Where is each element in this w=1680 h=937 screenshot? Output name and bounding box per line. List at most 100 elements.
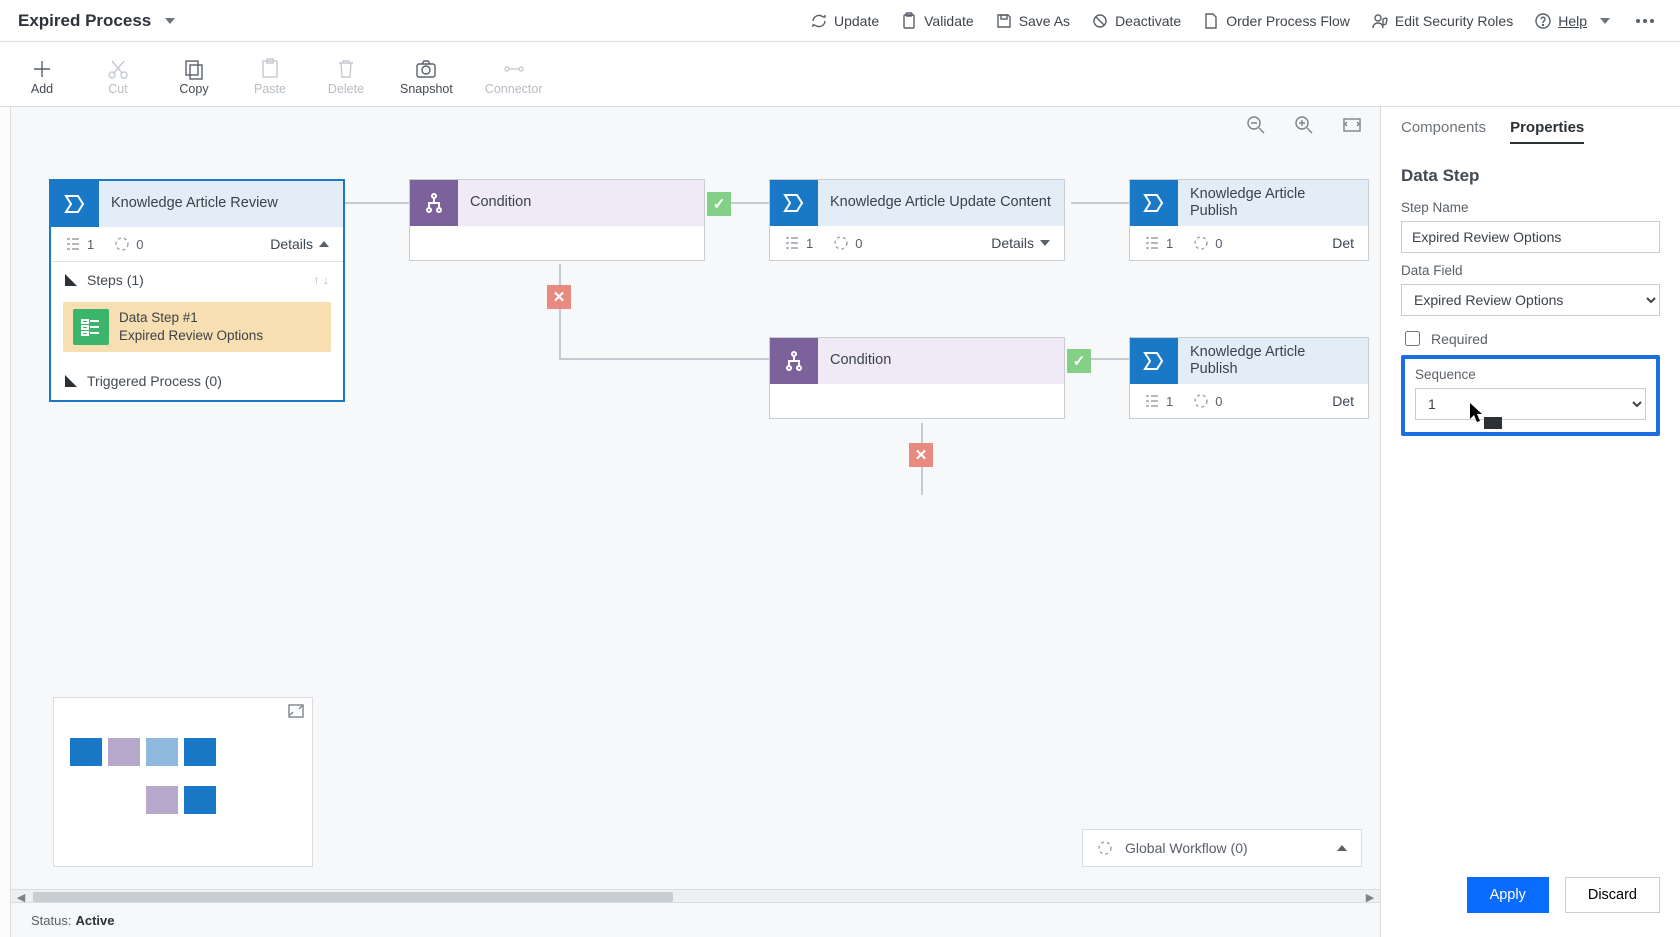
help-label: Help	[1558, 13, 1587, 29]
stage-title: Knowledge Article Publish	[1178, 180, 1368, 226]
tab-properties[interactable]: Properties	[1510, 119, 1584, 144]
minimap-node	[146, 786, 178, 814]
paste-icon	[259, 58, 281, 80]
details-toggle[interactable]: Details	[270, 236, 329, 252]
save-as-action[interactable]: Save As	[996, 13, 1070, 29]
stage-publish-node-1[interactable]: Knowledge Article Publish 1 0 Det	[1129, 179, 1369, 261]
step-count: 1	[1144, 235, 1173, 251]
validate-action[interactable]: Validate	[901, 13, 974, 29]
paste-button: Paste	[248, 58, 292, 96]
workflow-count: 0	[1193, 393, 1222, 409]
sequence-label: Sequence	[1415, 367, 1646, 382]
triangle-icon	[65, 274, 77, 286]
update-action[interactable]: Update	[811, 13, 879, 29]
save-icon	[996, 13, 1012, 29]
edit-security-action[interactable]: Edit Security Roles	[1372, 13, 1513, 29]
steps-count-label: Steps (1)	[87, 272, 144, 288]
chevron-up-icon	[319, 241, 329, 247]
step-count: 1	[784, 235, 813, 251]
triggered-section-header[interactable]: Triggered Process (0)	[51, 362, 343, 400]
copy-button[interactable]: Copy	[172, 58, 216, 96]
stage-publish-node-2[interactable]: Knowledge Article Publish 1 0 Det	[1129, 337, 1369, 419]
data-field-select[interactable]: Expired Review Options	[1401, 284, 1660, 316]
required-label: Required	[1431, 331, 1488, 347]
scroll-right-arrow[interactable]: ▶	[1364, 891, 1376, 903]
workflow-count: 0	[114, 236, 143, 252]
scissors-icon	[107, 58, 129, 80]
process-title-group[interactable]: Expired Process	[8, 11, 175, 31]
plus-icon	[31, 58, 53, 80]
condition-node-1[interactable]: Condition	[409, 179, 705, 261]
sequence-select[interactable]: 1	[1415, 388, 1646, 420]
tab-components[interactable]: Components	[1401, 119, 1486, 144]
stage-title: Knowledge Article Update Content	[818, 180, 1064, 226]
status-label: Status:	[31, 913, 71, 928]
flow-edge	[559, 358, 769, 360]
connector-label: Connector	[485, 82, 543, 96]
connector-icon	[503, 58, 525, 80]
add-label: Add	[31, 82, 53, 96]
cut-label: Cut	[108, 82, 127, 96]
stage-title: Knowledge Article Review	[99, 181, 343, 227]
discard-button[interactable]: Discard	[1565, 877, 1660, 913]
add-button[interactable]: Add	[20, 58, 64, 96]
scroll-left-arrow[interactable]: ◀	[15, 891, 27, 903]
branch-true-badge: ✓	[707, 192, 731, 216]
details-toggle[interactable]: Det	[1332, 393, 1354, 409]
list-icon	[1144, 235, 1160, 251]
condition-body	[770, 384, 1064, 418]
triangle-icon	[65, 375, 77, 387]
stage-icon	[51, 181, 99, 227]
stage-icon	[1130, 338, 1178, 384]
step-name-input[interactable]	[1401, 221, 1660, 253]
trash-icon	[335, 58, 357, 80]
details-toggle[interactable]: Det	[1332, 235, 1354, 251]
condition-title: Condition	[818, 338, 1064, 384]
minimap-node	[184, 786, 216, 814]
canvas[interactable]: ✓ ✕ ✓ ✕ Knowledge Article Review 1 0	[11, 107, 1380, 937]
branch-false-badge: ✕	[909, 443, 933, 467]
minimap[interactable]	[53, 697, 313, 867]
snapshot-button[interactable]: Snapshot	[400, 58, 453, 96]
spinner-icon	[114, 236, 130, 252]
stage-review-node[interactable]: Knowledge Article Review 1 0 Details Ste…	[49, 179, 345, 402]
data-step-item[interactable]: Data Step #1 Expired Review Options	[63, 302, 331, 352]
condition-node-2[interactable]: Condition	[769, 337, 1065, 419]
order-flow-action[interactable]: Order Process Flow	[1203, 13, 1350, 29]
branch-false-badge: ✕	[547, 285, 571, 309]
more-actions[interactable]	[1632, 15, 1658, 27]
document-icon	[1203, 13, 1219, 29]
status-value: Active	[75, 913, 114, 928]
deactivate-action[interactable]: Deactivate	[1092, 13, 1181, 29]
delete-button: Delete	[324, 58, 368, 96]
apply-button[interactable]: Apply	[1467, 877, 1549, 913]
step-count: 1	[65, 236, 94, 252]
steps-section-header[interactable]: Steps (1) ↑ ↓	[51, 262, 343, 298]
validate-label: Validate	[924, 13, 974, 29]
expand-icon[interactable]	[288, 704, 304, 720]
step-count: 1	[1144, 393, 1173, 409]
reorder-arrows[interactable]: ↑ ↓	[314, 273, 329, 287]
panel-body: Data Step Step Name Data Field Expired R…	[1381, 150, 1680, 863]
details-toggle[interactable]: Details	[991, 235, 1050, 251]
flow-edge	[559, 264, 561, 358]
global-workflow-bar[interactable]: Global Workflow (0)	[1082, 829, 1362, 867]
spinner-icon	[833, 235, 849, 251]
stage-update-node[interactable]: Knowledge Article Update Content 1 0 Det…	[769, 179, 1065, 261]
cursor-icon	[1470, 403, 1484, 423]
snapshot-label: Snapshot	[400, 82, 453, 96]
sequence-highlight-box: Sequence 1	[1401, 355, 1660, 436]
cut-button: Cut	[96, 58, 140, 96]
help-action[interactable]: Help	[1535, 13, 1610, 29]
scrollbar-thumb[interactable]	[33, 892, 673, 902]
stage-icon	[1130, 180, 1178, 226]
stage-icon	[770, 180, 818, 226]
required-checkbox[interactable]	[1405, 331, 1420, 346]
horizontal-scrollbar[interactable]: ◀ ▶	[11, 889, 1380, 903]
update-label: Update	[834, 13, 879, 29]
clipboard-icon	[901, 13, 917, 29]
list-icon	[1144, 393, 1160, 409]
details-label: Details	[270, 236, 313, 252]
help-icon	[1535, 13, 1551, 29]
flow-edge	[343, 202, 413, 204]
